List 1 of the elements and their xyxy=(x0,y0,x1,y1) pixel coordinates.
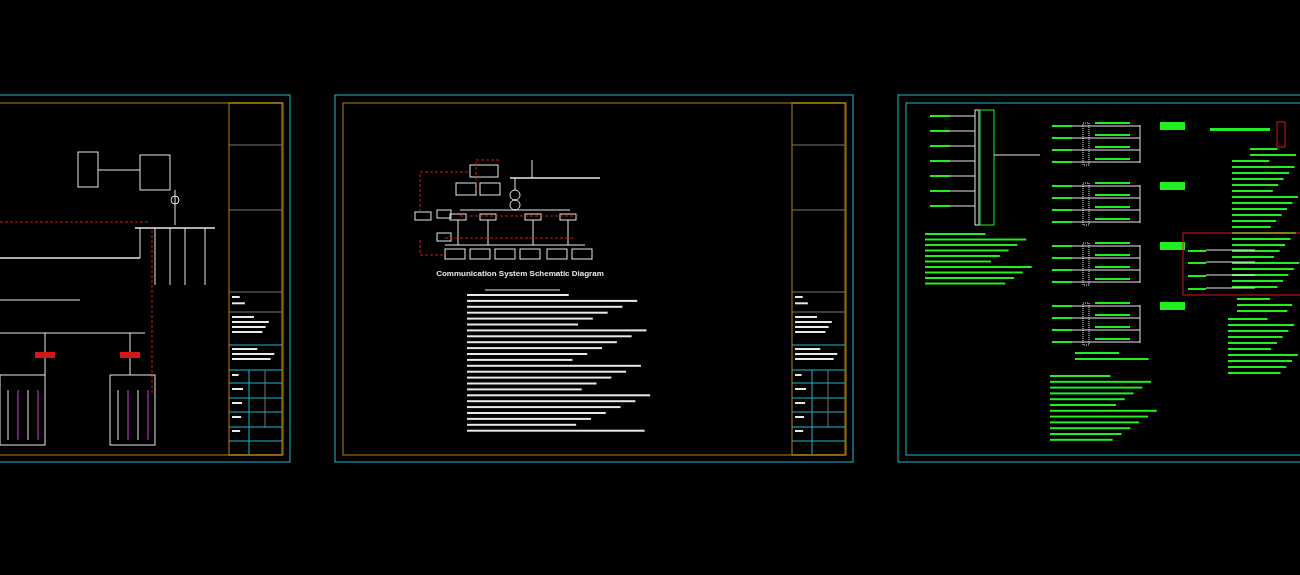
diagram-title: Communication System Schematic Diagram xyxy=(436,269,604,278)
